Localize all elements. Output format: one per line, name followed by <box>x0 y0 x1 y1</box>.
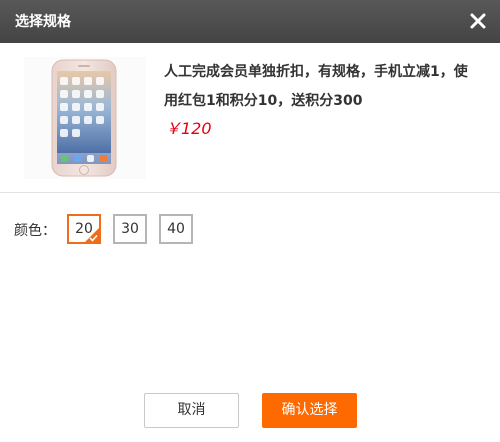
cancel-button[interactable]: 取消 <box>144 393 239 428</box>
smartphone-image <box>24 57 146 179</box>
spec-dialog: 选择规格 人工完成会员单独折扣，有规格，手机立减1，使用红包1和积分10，送积分… <box>0 0 500 442</box>
close-icon[interactable] <box>468 11 488 31</box>
product-price: ￥120 <box>165 119 212 138</box>
product-summary: 人工完成会员单独折扣，有规格，手机立减1，使用红包1和积分10，送积分300 ￥… <box>0 43 500 193</box>
spec-option-label: 30 <box>121 221 139 237</box>
spec-option-40[interactable]: 40 <box>159 214 193 244</box>
spec-label-color: 颜色： <box>14 223 56 239</box>
spec-option-20[interactable]: 20 <box>67 214 101 244</box>
spec-option-label: 40 <box>167 221 185 237</box>
check-icon <box>89 234 98 242</box>
confirm-button[interactable]: 确认选择 <box>262 393 357 428</box>
dialog-title: 选择规格 <box>15 14 71 30</box>
product-name: 人工完成会员单独折扣，有规格，手机立减1，使用红包1和积分10，送积分300 <box>164 64 468 109</box>
dialog-titlebar: 选择规格 <box>0 0 500 43</box>
spec-option-30[interactable]: 30 <box>113 214 147 244</box>
